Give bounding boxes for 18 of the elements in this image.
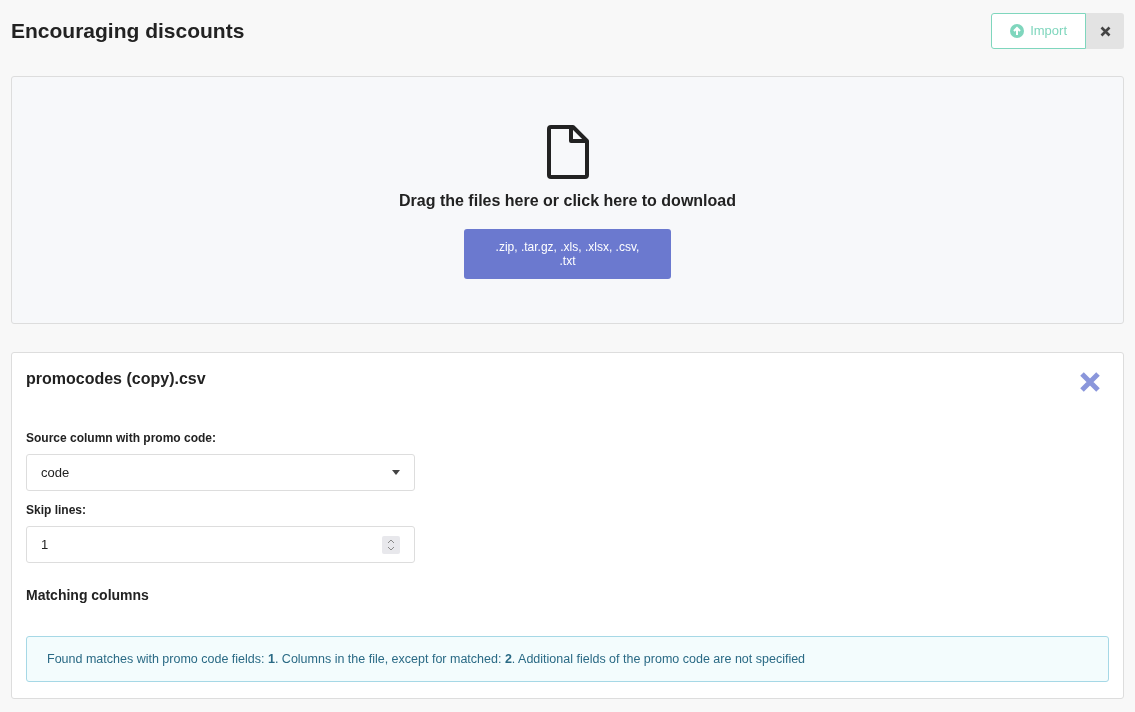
upload-icon [1010,24,1025,38]
page-title: Encouraging discounts [11,18,245,45]
dropzone-message: Drag the files here or click here to download [399,191,736,211]
source-column-select[interactable]: code [26,454,415,491]
spinner-icon[interactable] [382,535,400,554]
section-title: Matching columns [26,586,150,605]
dropzone[interactable]: Drag the files here or click here to download .zip, .tar.gz, .xls, .xlsx, .csv, .txt [11,76,1124,324]
close-icon [1099,25,1111,37]
field-label: Source column with promo code: [26,430,217,447]
file-icon [546,125,589,179]
skip-lines-input[interactable]: 1 [26,526,415,563]
info-alert: Found matches with promo code fields: 1. Columns in the file, except for matched: 2. Additional fields of the promo code are not specified [26,636,1109,682]
dropdown-caret-icon [392,470,400,475]
remove-file-icon[interactable] [1079,371,1101,393]
file-name: promocodes (copy).csv [26,369,206,389]
file-formats-button[interactable]: .zip, .tar.gz, .xls, .xlsx, .csv, .txt [464,229,671,279]
field-label: Skip lines: [26,502,88,519]
close-button[interactable] [1086,13,1124,49]
